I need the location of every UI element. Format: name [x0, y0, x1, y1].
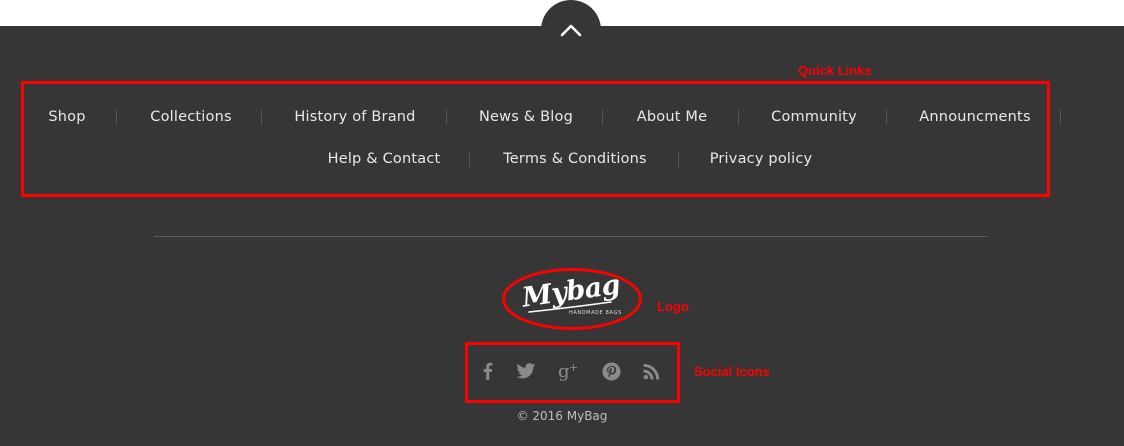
scroll-to-top-button[interactable]: [541, 0, 601, 60]
chevron-up-icon: [560, 23, 582, 37]
quick-links-annotation-box: [21, 81, 1050, 197]
link-separator: [1060, 110, 1061, 125]
logo-annotation-label: Logo: [657, 299, 689, 314]
social-icons-annotation-label: Social Icons: [694, 364, 770, 379]
page: Shop Collections History of Brand News &…: [0, 0, 1124, 446]
quick-links-annotation-label: Quick Links: [798, 63, 872, 78]
copyright-text: © 2016 MyBag: [516, 409, 608, 423]
footer-divider: [154, 236, 987, 237]
social-icons-annotation-box: [465, 342, 680, 403]
logo-annotation-ellipse: [502, 268, 642, 330]
